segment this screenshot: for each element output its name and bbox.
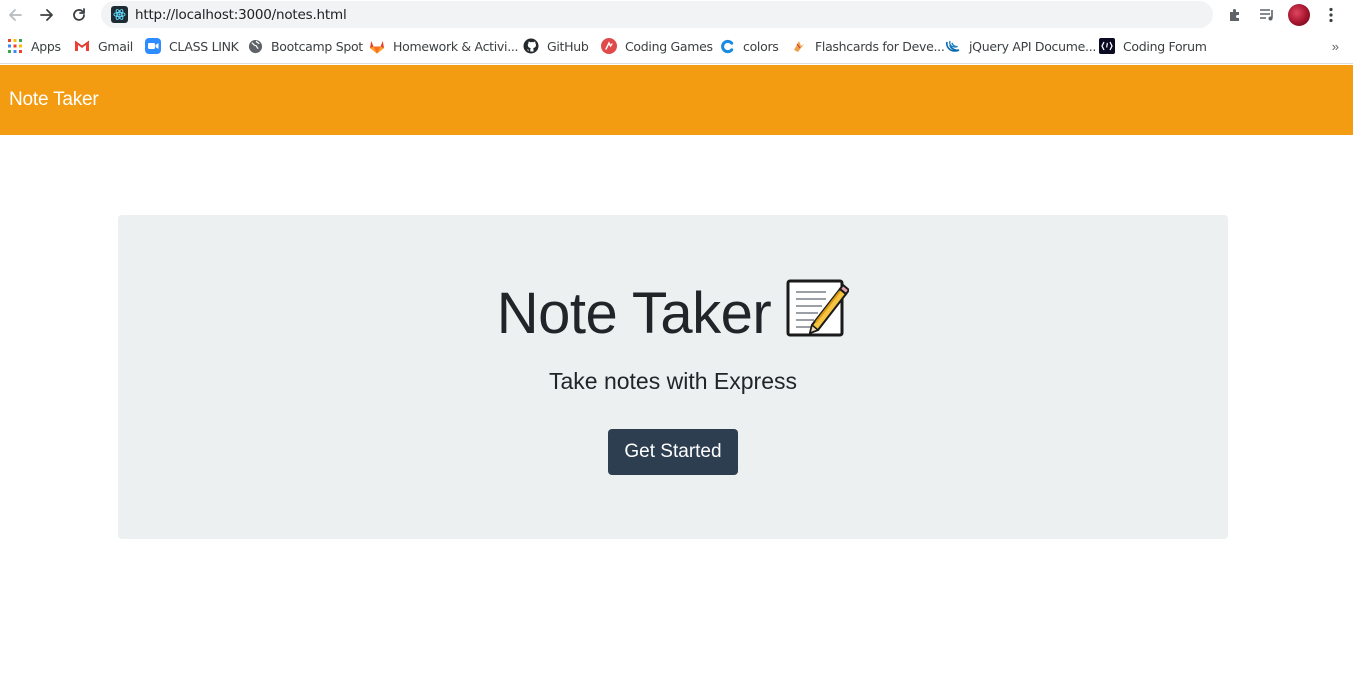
gitlab-icon <box>369 38 385 54</box>
bookmark-jquery[interactable]: jQuery API Docume... <box>945 37 1096 55</box>
page-title: Note Taker <box>118 277 1228 353</box>
bookmark-label: Coding Games <box>625 38 713 54</box>
bookmark-label: jQuery API Docume... <box>969 38 1097 54</box>
bookmark-label: colors <box>743 38 779 54</box>
bookmark-gmail[interactable]: Gmail <box>74 37 133 55</box>
bookmark-label: Flashcards for Deve... <box>815 38 945 54</box>
forward-button[interactable] <box>36 4 58 26</box>
app-navbar: Note Taker <box>0 65 1353 135</box>
bookmark-coding-forum[interactable]: Coding Forum <box>1099 37 1207 55</box>
bookmark-label: Coding Forum <box>1123 38 1207 54</box>
bookmark-coding-games[interactable]: Coding Games <box>601 37 713 55</box>
extensions-button[interactable] <box>1223 3 1247 27</box>
react-icon <box>111 6 128 23</box>
bookmark-label: Bootcamp Spot <box>271 38 363 54</box>
navbar-brand[interactable]: Note Taker <box>9 89 99 111</box>
zoom-icon <box>145 38 161 54</box>
bookmark-apps[interactable]: Apps <box>7 37 61 55</box>
coding-games-icon <box>601 38 617 54</box>
puzzle-icon <box>1230 9 1239 21</box>
playlist-icon <box>1260 9 1273 21</box>
bookmark-label: Homework & Activi... <box>393 38 519 54</box>
browser-toolbar: http://localhost:3000/notes.html <box>0 0 1353 29</box>
media-control-button[interactable] <box>1255 3 1279 27</box>
jquery-icon <box>945 38 961 54</box>
bookmark-github[interactable]: GitHub <box>523 37 589 55</box>
bookmarks-overflow-button[interactable]: » <box>1332 39 1339 54</box>
bookmark-bootcamp-spot[interactable]: Bootcamp Spot <box>247 37 363 55</box>
bookmarks-bar: Apps Gmail CLASS LINK Bootcamp Spot Home… <box>0 29 1353 64</box>
bookmark-flashcards[interactable]: Flashcards for Deve... <box>791 37 945 55</box>
profile-button[interactable] <box>1287 3 1311 27</box>
colors-icon <box>719 38 735 54</box>
coding-forum-icon <box>1099 38 1115 54</box>
flashcards-icon <box>791 38 807 54</box>
reload-button[interactable] <box>68 4 90 26</box>
browser-menu-button[interactable] <box>1319 3 1343 27</box>
arrow-right-icon <box>40 9 53 21</box>
get-started-button[interactable]: Get Started <box>608 429 738 475</box>
reload-icon <box>73 8 85 21</box>
bookmark-homework[interactable]: Homework & Activi... <box>369 37 519 55</box>
page-title-text: Note Taker <box>496 281 772 346</box>
url-text: http://localhost:3000/notes.html <box>135 7 347 23</box>
page-subtitle: Take notes with Express <box>548 368 797 394</box>
globe-icon <box>247 38 263 54</box>
github-icon <box>523 38 539 54</box>
bookmark-label: Gmail <box>98 38 133 54</box>
bookmark-label: Apps <box>31 38 61 54</box>
avatar <box>1288 4 1310 26</box>
jumbotron: Note Taker Take notes with Express Get S… <box>118 215 1228 539</box>
arrow-left-icon <box>9 9 22 21</box>
bookmark-label: CLASS LINK <box>169 38 239 54</box>
kebab-menu-icon <box>1329 7 1333 23</box>
bookmark-class-link[interactable]: CLASS LINK <box>145 37 239 55</box>
apps-grid-icon <box>7 38 23 54</box>
back-button[interactable] <box>4 4 26 26</box>
gmail-icon <box>74 38 90 54</box>
memo-icon <box>785 277 851 353</box>
bookmark-colors[interactable]: colors <box>719 37 779 55</box>
bookmark-label: GitHub <box>547 38 589 54</box>
address-bar[interactable]: http://localhost:3000/notes.html <box>101 1 1213 28</box>
